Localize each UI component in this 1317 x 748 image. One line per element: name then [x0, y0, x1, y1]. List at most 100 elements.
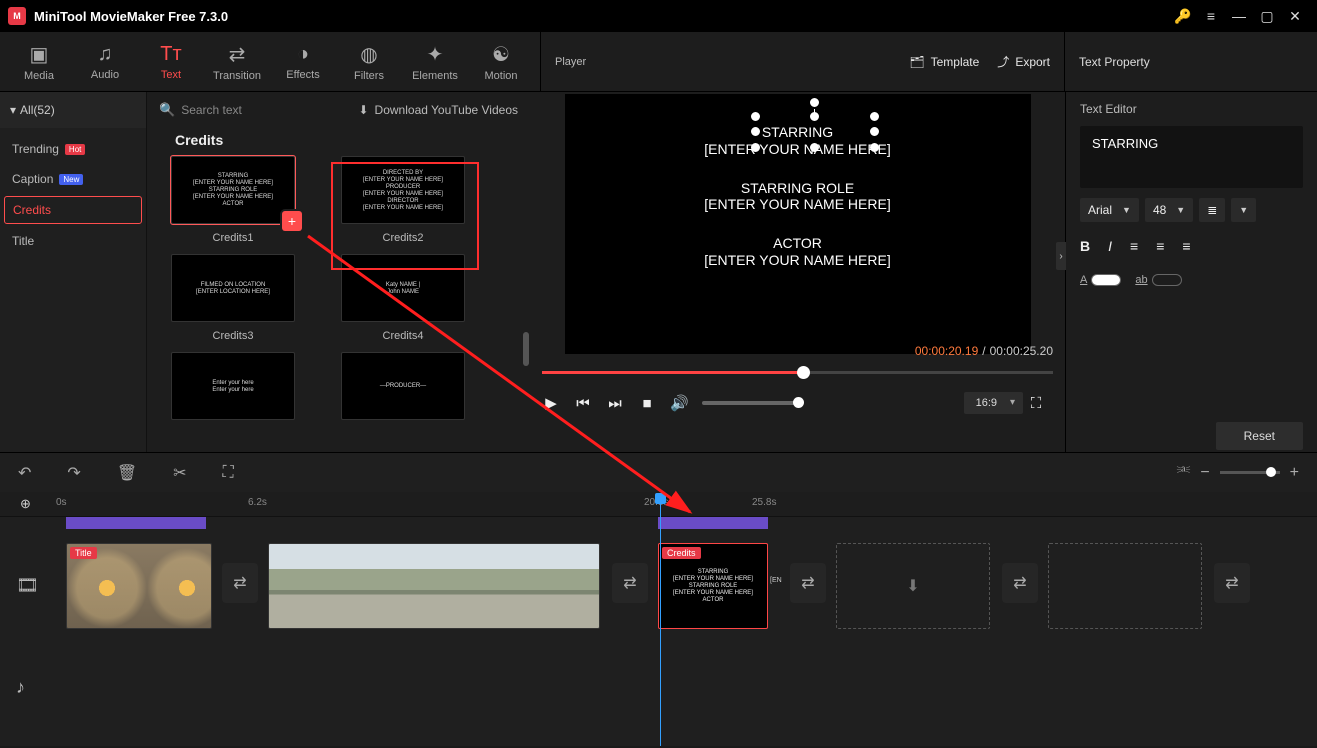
bold-button[interactable]: B — [1080, 238, 1090, 254]
play-button[interactable]: ▶ — [542, 394, 560, 412]
tab-audio[interactable]: ♫Audio — [72, 32, 138, 91]
tab-elements[interactable]: ✦Elements — [402, 32, 468, 91]
drop-zone[interactable]: ⬇ — [836, 543, 990, 629]
zoom-in-button[interactable]: + — [1290, 464, 1299, 482]
undo-button[interactable]: ↶ — [18, 463, 31, 483]
search-input[interactable]: Search text — [181, 103, 242, 117]
close-button[interactable]: ✕ — [1281, 8, 1309, 25]
tab-filters[interactable]: ◍Filters — [336, 32, 402, 91]
template-button[interactable]: 🗂Template — [909, 55, 979, 69]
audio-track-icon: ♪ — [16, 677, 25, 698]
align-right-button[interactable]: ≡ — [1182, 238, 1190, 254]
search-icon: 🔍 — [159, 102, 175, 118]
player-label: Player — [555, 56, 586, 68]
sidebar-item-trending[interactable]: TrendingHot — [12, 142, 134, 156]
clip-title[interactable]: Title — [66, 543, 212, 629]
playhead[interactable] — [660, 493, 661, 746]
transition-icon: ⇄ — [229, 42, 246, 67]
redo-button[interactable]: ↷ — [67, 463, 80, 483]
tab-media[interactable]: ▣Media — [6, 32, 72, 91]
delete-button[interactable]: 🗑 — [117, 463, 137, 483]
text-editor-label: Text Editor — [1080, 102, 1303, 116]
aspect-ratio-select[interactable]: 16:9 — [964, 392, 1023, 414]
crop-button[interactable]: ⛶ — [223, 464, 234, 482]
zoom-slider[interactable] — [1220, 471, 1280, 474]
tab-text[interactable]: TᴛText — [138, 32, 204, 91]
drop-zone[interactable] — [1048, 543, 1202, 629]
license-key-icon[interactable]: 🔑 — [1169, 8, 1197, 25]
template-thumb[interactable]: DIRECTED BY[ENTER YOUR NAME HERE]PRODUCE… — [333, 156, 473, 244]
timeline-tracks[interactable]: 🎞 ♪ Title ⇄ ⇄ Credits STARRING[ENTER YOU… — [0, 516, 1317, 746]
scrollbar[interactable] — [523, 332, 529, 366]
cut-button[interactable]: ✂ — [173, 463, 186, 483]
music-icon: ♫ — [98, 43, 113, 66]
menu-icon[interactable]: ≡ — [1197, 8, 1225, 24]
sidebar-item-caption[interactable]: CaptionNew — [12, 172, 134, 186]
preview-stage[interactable]: STARRING[ENTER YOUR NAME HERE] STARRING … — [565, 94, 1031, 354]
selection-handles[interactable] — [755, 116, 875, 148]
clip-video[interactable] — [268, 543, 600, 629]
template-browser: 🔍 Search text ⬇Download YouTube Videos C… — [147, 92, 530, 452]
snap-icon[interactable]: ⎃ — [1177, 464, 1190, 482]
download-icon: ⬇ — [358, 103, 368, 117]
text-editor-input[interactable]: STARRING — [1080, 126, 1303, 188]
elements-icon: ✦ — [427, 42, 444, 67]
stop-button[interactable]: ■ — [638, 395, 656, 412]
volume-icon[interactable]: 🔊 — [670, 394, 688, 412]
fullscreen-button[interactable]: ⛶ — [1027, 395, 1045, 412]
sidebar-all[interactable]: ▾All(52) — [0, 92, 146, 128]
tab-motion[interactable]: ☯Motion — [468, 32, 534, 91]
clip-credits[interactable]: Credits STARRING[ENTER YOUR NAME HERE] S… — [658, 543, 768, 629]
prev-frame-button[interactable]: ⏮ — [574, 395, 592, 412]
volume-slider[interactable] — [702, 401, 802, 405]
text-color-swatch[interactable] — [1091, 274, 1121, 286]
template-thumb[interactable]: FILMED ON LOCATION[ENTER LOCATION HERE]C… — [163, 254, 303, 342]
template-thumb[interactable]: STARRING[ENTER YOUR NAME HERE]STARRING R… — [163, 156, 303, 244]
transition-slot[interactable]: ⇄ — [1214, 563, 1250, 603]
thumb-label: Credits3 — [213, 330, 254, 342]
transition-slot[interactable]: ⇄ — [790, 563, 826, 603]
app-icon: M — [8, 7, 26, 25]
font-family-select[interactable]: Arial▼ — [1080, 198, 1139, 222]
seek-bar[interactable]: 00:00:20.19/ 00:00:25.20 — [542, 362, 1053, 384]
tab-transition[interactable]: ⇄Transition — [204, 32, 270, 91]
sidebar-item-title[interactable]: Title — [12, 234, 134, 248]
transition-slot[interactable]: ⇄ — [222, 563, 258, 603]
add-template-button[interactable]: + — [282, 211, 302, 231]
sidebar-item-credits[interactable]: Credits — [4, 196, 142, 224]
more-options-button[interactable]: ▼ — [1231, 198, 1256, 222]
motion-icon: ☯ — [492, 42, 510, 67]
italic-button[interactable]: I — [1108, 238, 1112, 254]
text-track-segment[interactable] — [658, 517, 768, 529]
line-height-icon: ≣ — [1207, 203, 1217, 217]
template-thumb[interactable]: Enter your hereEnter your here — [163, 352, 303, 428]
font-size-select[interactable]: 48▼ — [1145, 198, 1193, 222]
thumb-label: Credits1 — [213, 232, 254, 244]
panel-collapse-icon[interactable]: › — [1056, 242, 1066, 270]
minimize-button[interactable]: — — [1225, 8, 1253, 24]
transition-slot[interactable]: ⇄ — [1002, 563, 1038, 603]
thumb-label: Credits4 — [383, 330, 424, 342]
download-youtube-link[interactable]: ⬇Download YouTube Videos — [358, 103, 518, 117]
text-property-title: Text Property — [1065, 32, 1317, 91]
maximize-button[interactable]: ▢ — [1253, 8, 1281, 25]
export-icon: ⤴ — [997, 53, 1009, 70]
video-track-icon: 🎞 — [16, 575, 39, 596]
align-center-button[interactable]: ≡ — [1156, 238, 1164, 254]
zoom-out-button[interactable]: − — [1200, 464, 1209, 482]
align-left-button[interactable]: ≡ — [1130, 238, 1138, 254]
add-track-button[interactable]: ⊕ — [20, 496, 56, 512]
transition-slot[interactable]: ⇄ — [612, 563, 648, 603]
template-thumb[interactable]: Katy NAME |John NAMECredits4 — [333, 254, 473, 342]
template-thumb[interactable]: —PRODUCER— — [333, 352, 473, 428]
next-frame-button[interactable]: ⏭ — [606, 395, 624, 412]
titlebar: M MiniTool MovieMaker Free 7.3.0 🔑 ≡ — ▢… — [0, 0, 1317, 32]
transport-controls: ▶ ⏮ ⏭ ■ 🔊 16:9 ⛶ — [542, 392, 1053, 414]
text-track-segment[interactable] — [66, 517, 206, 529]
export-button[interactable]: ⤴Export — [997, 53, 1050, 70]
highlight-color-swatch[interactable] — [1152, 274, 1182, 286]
tab-effects[interactable]: ◑Effects — [270, 32, 336, 91]
download-placeholder-icon: ⬇ — [906, 576, 919, 596]
reset-button[interactable]: Reset — [1216, 422, 1303, 450]
line-spacing-button[interactable]: ≣ — [1199, 198, 1225, 222]
